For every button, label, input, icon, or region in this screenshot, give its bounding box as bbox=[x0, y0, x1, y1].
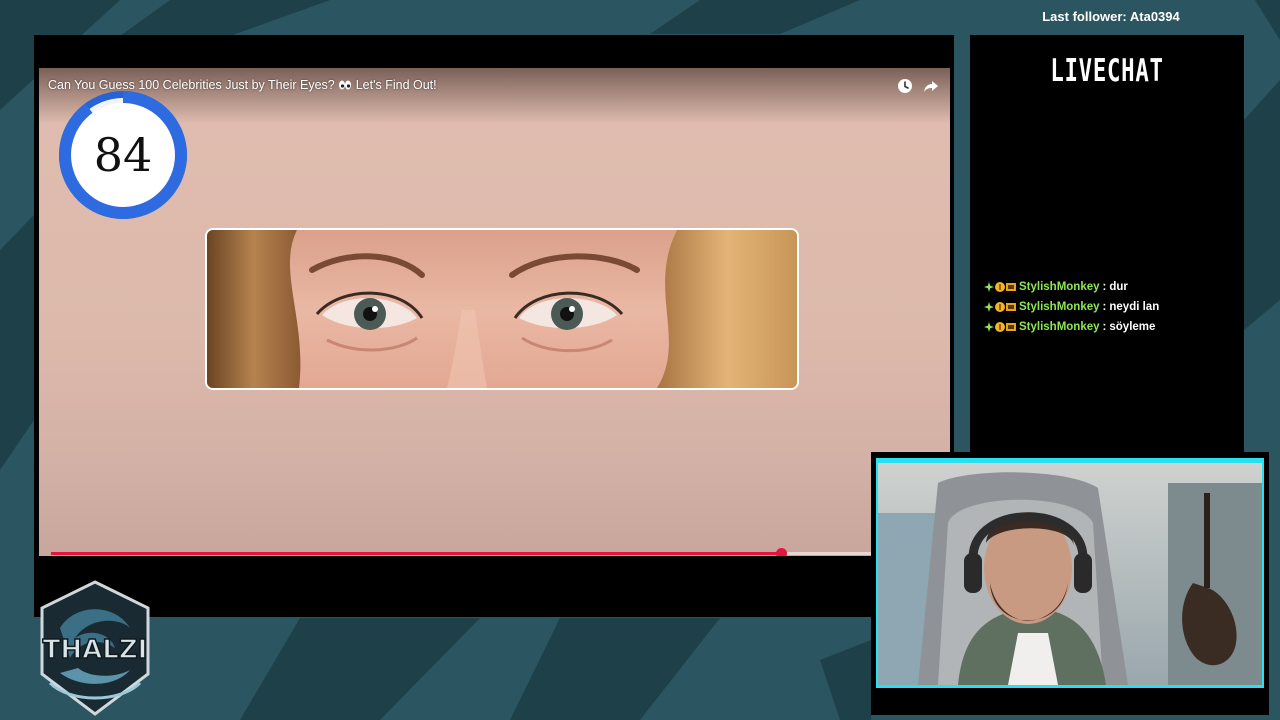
video-progress-handle[interactable] bbox=[776, 548, 788, 556]
chat-separator: : bbox=[1102, 321, 1107, 333]
video-title-suffix: Let's Find Out! bbox=[355, 78, 437, 92]
gift-badge-icon bbox=[1006, 323, 1016, 331]
video-player[interactable]: Can You Guess 100 Celebrities Just by Th… bbox=[39, 68, 950, 556]
chat-separator: : bbox=[1102, 301, 1107, 313]
gift-badge-icon bbox=[1006, 283, 1016, 291]
chat-username[interactable]: StylishMonkey bbox=[1019, 320, 1100, 334]
livechat-title: LIVECHAT bbox=[1050, 53, 1164, 89]
chat-message: StylishMonkey : neydi lan bbox=[984, 297, 1234, 317]
gift-badge-icon bbox=[1006, 303, 1016, 311]
chat-text: neydi lan bbox=[1109, 301, 1160, 313]
coin-badge-icon bbox=[995, 282, 1005, 292]
eyes-emoji-icon bbox=[339, 80, 352, 90]
chat-username[interactable]: StylishMonkey bbox=[1019, 300, 1100, 314]
watch-later-icon[interactable] bbox=[897, 78, 913, 94]
celebrity-eyes-image bbox=[205, 228, 799, 390]
sparkle-badge-icon bbox=[984, 322, 994, 332]
chat-username[interactable]: StylishMonkey bbox=[1019, 280, 1100, 294]
thalzi-logo: THALZI bbox=[40, 580, 150, 716]
logo-text: THALZI bbox=[43, 635, 148, 665]
sparkle-badge-icon bbox=[984, 282, 994, 292]
last-follower-label: Last follower: Ata0394 bbox=[1042, 9, 1180, 24]
webcam-feed bbox=[878, 463, 1262, 685]
chat-message: StylishMonkey : dur bbox=[984, 277, 1234, 297]
livechat-panel: LIVECHAT StylishMonkey : dur StylishMonk… bbox=[970, 35, 1244, 455]
chat-text: söyleme bbox=[1109, 321, 1156, 333]
countdown-number: 84 bbox=[93, 128, 153, 182]
video-progress-bar[interactable] bbox=[51, 548, 881, 556]
sparkle-badge-icon bbox=[984, 302, 994, 312]
video-progress-fill bbox=[51, 552, 782, 555]
chat-message: StylishMonkey : söyleme bbox=[984, 317, 1234, 337]
chat-message-list: StylishMonkey : dur StylishMonkey : neyd… bbox=[984, 277, 1234, 337]
chat-text: dur bbox=[1109, 281, 1128, 293]
coin-badge-icon bbox=[995, 322, 1005, 332]
chat-separator: : bbox=[1102, 281, 1107, 293]
share-icon[interactable] bbox=[923, 78, 939, 94]
coin-badge-icon bbox=[995, 302, 1005, 312]
